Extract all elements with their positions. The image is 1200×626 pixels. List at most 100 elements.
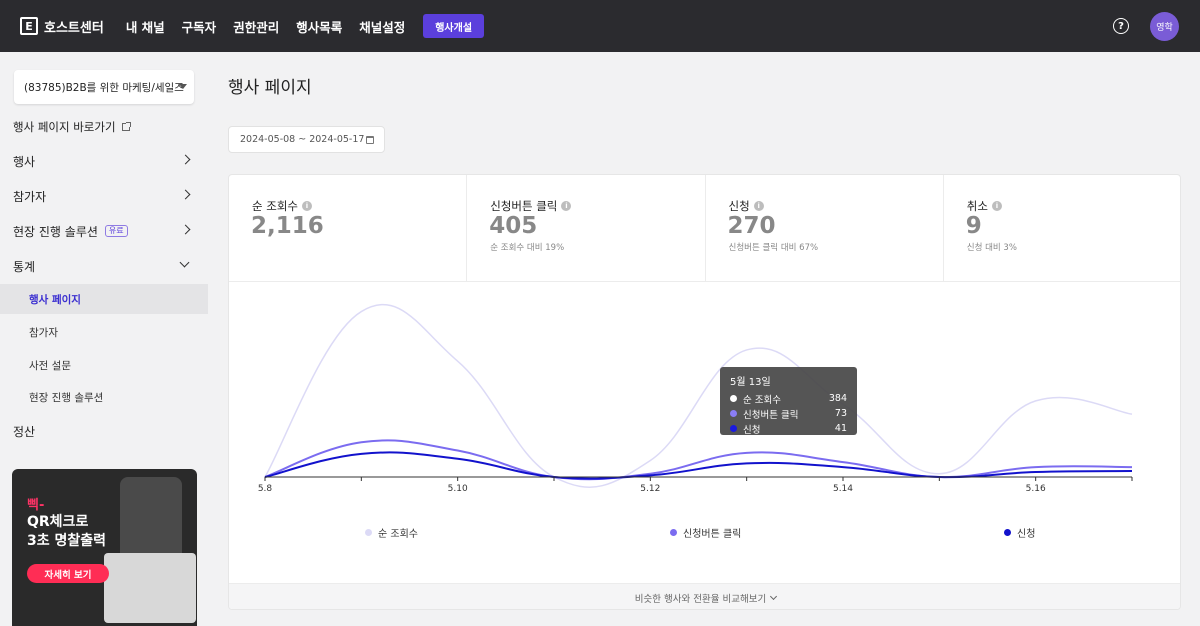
info-icon[interactable]: i [561,201,572,211]
stat-label: 순 조회수 i [252,198,312,214]
date-range-picker[interactable]: 2024-05-08 ~ 2024-05-17 [228,126,385,153]
stat-applications: 신청 i 270 신청버튼 클릭 대비 67% [706,175,944,282]
chevron-down-icon [179,257,190,268]
compare-similar-events-toggle[interactable]: 비슷한 행사와 전환율 비교해보기 [229,583,1180,609]
tooltip-series-value: 384 [828,393,847,404]
legend-item-unique-views[interactable]: 순 조회수 [365,525,418,540]
legend-dot [1004,529,1011,536]
nav-channel-settings[interactable]: 채널설정 [359,17,405,36]
printer-device-image [104,553,196,623]
caret-down-icon [179,84,187,89]
stat-value: 9 [965,213,982,239]
create-event-button[interactable]: 행사개설 [423,14,485,38]
kiosk-device-image [120,477,182,557]
sidebar-item-onsite-solution[interactable]: 현장 진행 솔루션 유료 [13,224,193,239]
info-icon[interactable]: i [301,201,312,211]
stat-label: 취소 i [967,198,1002,214]
tooltip-series-name: 순 조회수 [743,394,781,406]
banner-title: QR체크로 3초 명찰출력 [27,513,106,551]
info-icon[interactable]: i [991,201,1002,211]
series-line-2[interactable] [264,451,1133,480]
chevron-right-icon [180,189,191,200]
banner-title-line1: QR체크로 [27,514,89,530]
event-page-shortcut-link[interactable]: 행사 페이지 바로가기 [13,119,131,135]
banner-tag: 삑- [27,498,45,513]
chevron-right-icon [180,224,191,235]
tooltip-series-name: 신청 [743,424,761,436]
x-tick-label: 5.16 [1026,484,1046,494]
help-icon[interactable]: ? [1113,18,1129,34]
nav-permissions[interactable]: 권한관리 [233,17,279,36]
nav-subscribers[interactable]: 구독자 [182,17,217,36]
user-avatar[interactable]: 영학 [1150,12,1179,41]
sidebar-item-event[interactable]: 행사 [13,154,193,169]
promo-banner[interactable]: 삑- QR체크로 3초 명찰출력 자세히 보기 [12,469,197,626]
legend-item-applications[interactable]: 신청 [1004,525,1035,540]
stat-label-text: 순 조회수 [252,199,298,213]
stats-summary: 순 조회수 i 2,116 신청버튼 클릭 i 405 순 조회수 대비 19% 신… [229,175,1180,282]
compare-label: 비슷한 행사와 전환율 비교해보기 [634,593,767,605]
stat-sub: 신청 대비 3% [966,243,1017,253]
tooltip-dot [730,425,737,432]
sidebar-item-participant[interactable]: 참가자 [13,189,193,204]
logo-icon: E [20,17,38,35]
date-range-value: 2024-05-08 ~ 2024-05-17 [240,134,365,145]
top-navigation-bar: E 호스트센터 내 채널 구독자 권한관리 행사목록 채널설정 행사개설 ? 영… [0,0,1200,52]
line-chart[interactable]: 5.8 5.10 5.12 5.14 5.16 [229,283,1181,513]
stat-label-text: 취소 [966,199,988,213]
sidebar-item-label: 현장 진행 솔루션 [13,224,98,239]
sidebar-item-label: 통계 [13,259,36,274]
x-tick-label: 5.12 [640,484,660,494]
series-line-0[interactable] [264,304,1133,488]
stat-cancellations: 취소 i 9 신청 대비 3% [944,175,1180,282]
tooltip-series-value: 73 [834,408,847,419]
sidebar-subitem-participant[interactable]: 참가자 [0,317,208,347]
tooltip-row: 신청 41 [730,421,847,436]
chart-tooltip: 5월 13일 순 조회수 384 신청버튼 클릭 73 신청 41 [720,367,857,436]
channel-select-value: (83785)B2B를 위한 마케팅/세일즈 [24,81,184,94]
page-title: 행사 페이지 [228,78,312,98]
sidebar-subitem-event-page[interactable]: 행사 페이지 [0,284,208,314]
stat-apply-button-clicks: 신청버튼 클릭 i 405 순 조회수 대비 19% [467,175,706,282]
legend-dot [365,529,372,536]
stat-label: 신청 i [729,198,764,214]
sidebar-item-settlement[interactable]: 정산 [13,424,193,439]
legend-item-apply-clicks[interactable]: 신청버튼 클릭 [670,525,741,540]
sidebar-item-label: 행사 [13,154,36,169]
chevron-down-icon [770,592,778,600]
chevron-right-icon [180,154,191,165]
sidebar-item-label: 참가자 [13,189,47,204]
tooltip-row: 순 조회수 384 [730,391,847,406]
banner-more-button[interactable]: 자세히 보기 [27,564,109,583]
stat-sub: 신청버튼 클릭 대비 67% [728,243,819,253]
x-tick-label: 5.10 [448,484,468,494]
main-nav: 내 채널 구독자 권한관리 행사목록 채널설정 [126,17,422,36]
tooltip-row: 신청버튼 클릭 73 [730,406,847,421]
calendar-icon [366,136,374,144]
info-icon[interactable]: i [753,201,764,211]
stat-label-text: 신청버튼 클릭 [490,199,558,213]
banner-title-line2: 3초 명찰출력 [27,533,107,549]
paid-badge: 유료 [104,225,128,237]
channel-select[interactable]: (83785)B2B를 위한 마케팅/세일즈 [14,70,194,104]
shortcut-label: 행사 페이지 바로가기 [13,120,116,134]
legend-label: 신청버튼 클릭 [683,529,742,540]
sidebar: (83785)B2B를 위한 마케팅/세일즈 행사 페이지 바로가기 행사 참가… [0,52,208,626]
tooltip-title: 5월 13일 [730,377,771,388]
sidebar-subitem-pre-survey[interactable]: 사전 설문 [0,350,208,380]
brand-name: 호스트센터 [44,20,104,36]
stat-value: 2,116 [251,213,324,239]
nav-event-list[interactable]: 행사목록 [296,17,342,36]
brand-logo[interactable]: E 호스트센터 [20,17,104,36]
sidebar-item-label: 정산 [13,424,36,439]
x-tick-label: 5.8 [258,484,273,494]
stats-card: 순 조회수 i 2,116 신청버튼 클릭 i 405 순 조회수 대비 19% 신… [228,174,1181,610]
sidebar-subitem-onsite-solution[interactable]: 현장 진행 솔루션 [0,382,208,412]
sidebar-item-stats[interactable]: 통계 [13,257,193,274]
tooltip-series-name: 신청버튼 클릭 [743,409,799,421]
stat-label-text: 신청 [728,199,750,213]
legend-label: 신청 [1017,529,1036,540]
nav-my-channel[interactable]: 내 채널 [126,17,165,36]
legend-label: 순 조회수 [378,529,418,540]
stat-sub: 순 조회수 대비 19% [490,243,565,253]
